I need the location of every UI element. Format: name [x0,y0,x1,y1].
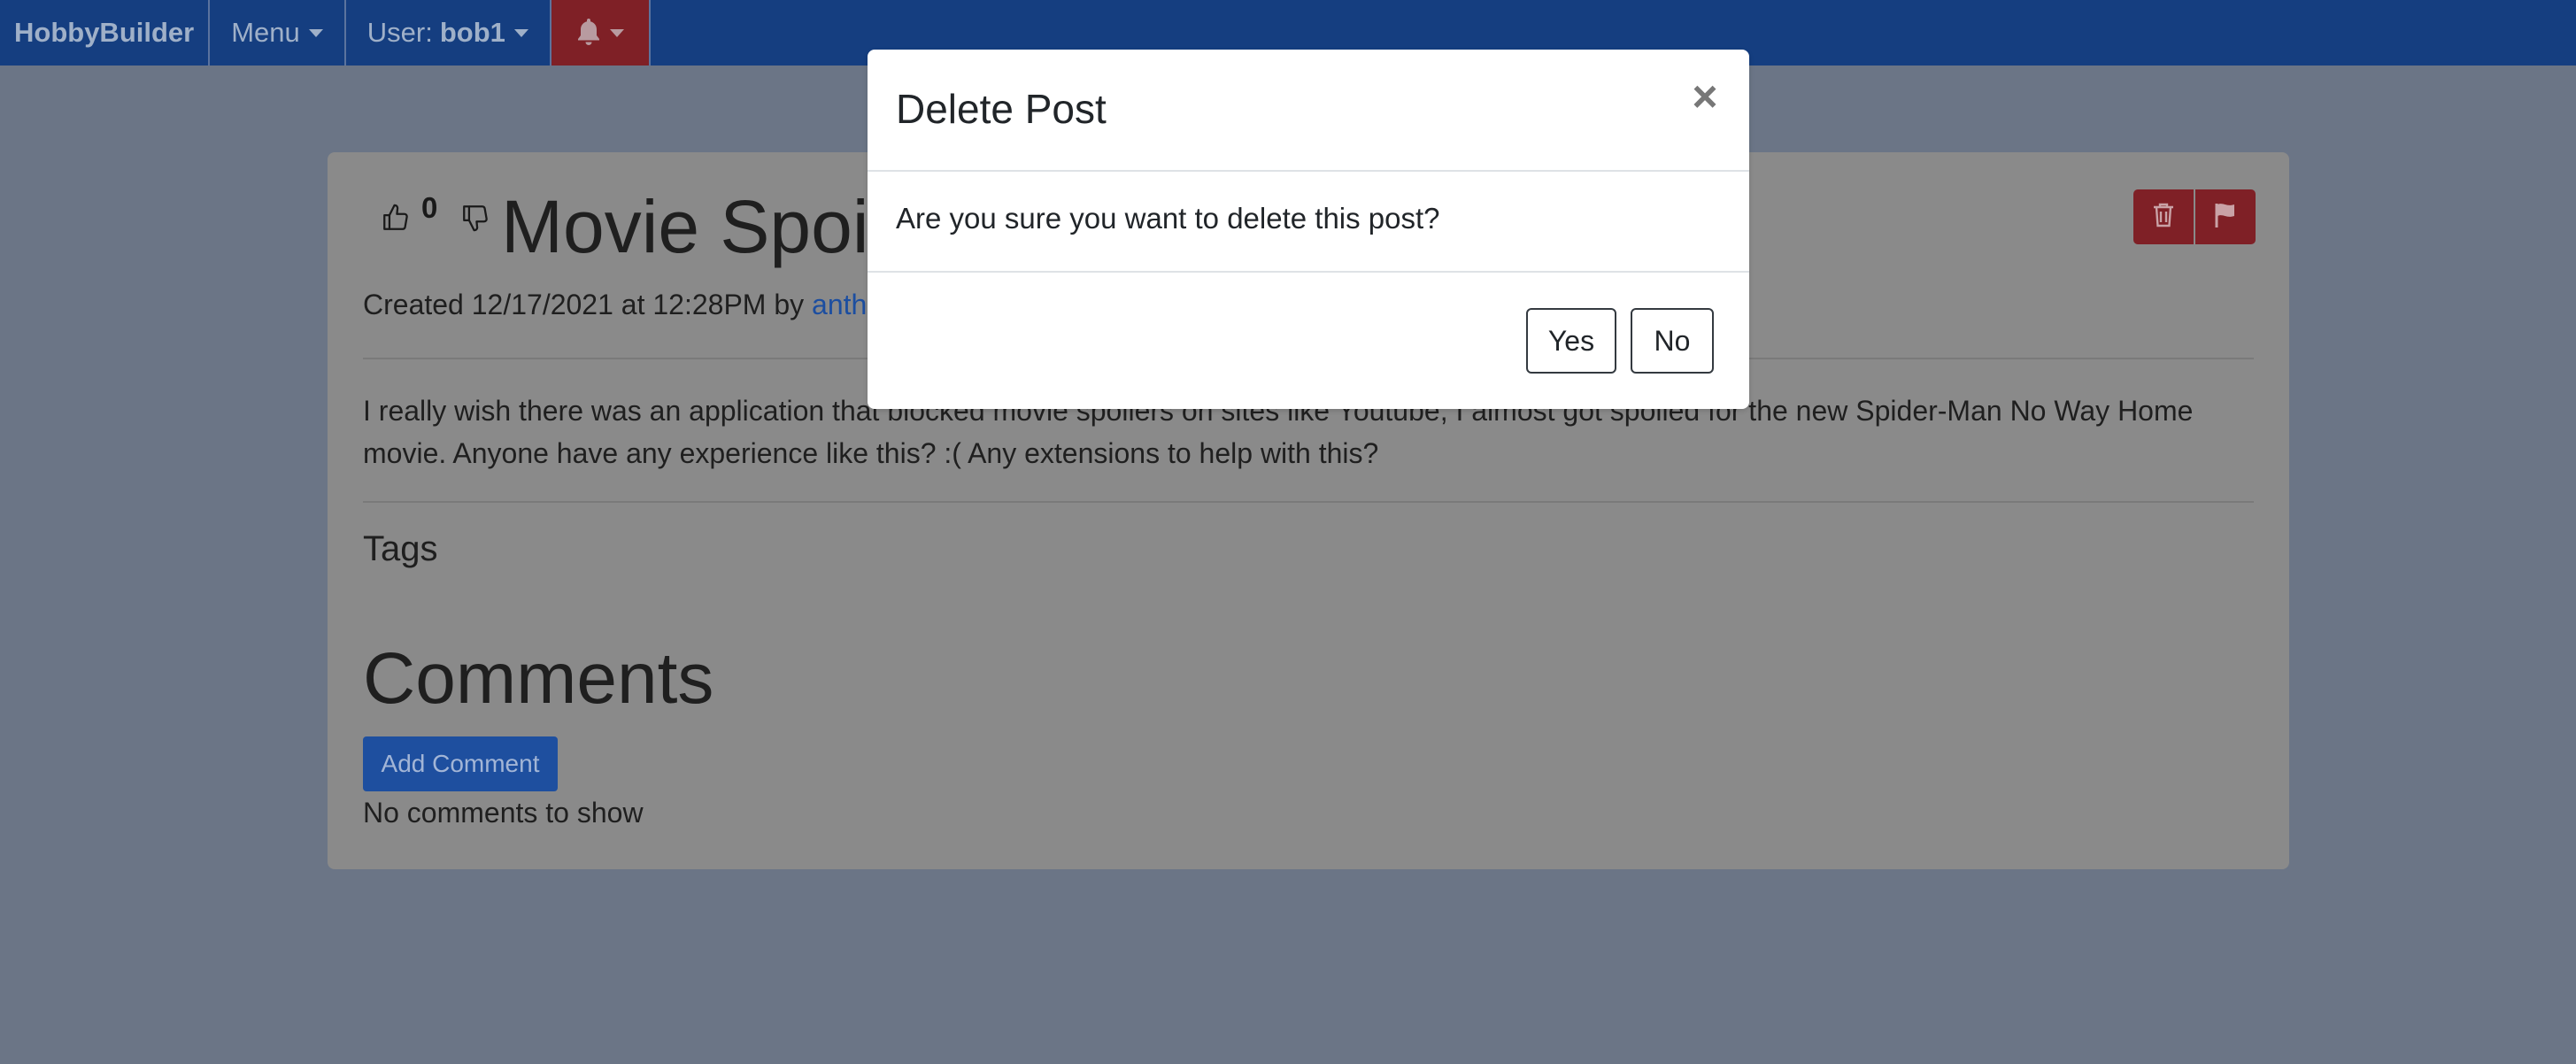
confirm-no-button[interactable]: No [1631,308,1714,374]
menu-dropdown[interactable]: Menu [210,0,346,66]
author-link[interactable]: anth [812,289,867,320]
flag-post-button[interactable] [2195,189,2256,244]
caret-down-icon [609,28,624,37]
user-dropdown[interactable]: User: bob1 [346,0,551,66]
delete-post-button[interactable] [2133,189,2194,244]
delete-post-modal: Delete Post × Are you sure you want to d… [868,50,1749,409]
post-meta: Created 12/17/2021 at 12:28PM by anth [363,289,867,321]
post-title: Movie Spoile [501,185,927,268]
thumbs-up-icon[interactable] [381,202,411,238]
modal-divider [868,170,1749,172]
comments-heading: Comments [363,638,714,719]
thumbs-down-icon[interactable] [460,202,490,238]
created-text: Created 12/17/2021 at 12:28PM by [363,289,805,320]
modal-divider [868,271,1749,273]
menu-label: Menu [231,17,300,48]
flag-icon [2214,202,2237,233]
modal-message: Are you sure you want to delete this pos… [896,202,1440,235]
close-icon[interactable]: × [1685,74,1724,119]
trash-icon [2152,202,2175,233]
add-comment-button[interactable]: Add Comment [363,736,558,791]
vote-count: 0 [421,191,438,224]
username: bob1 [439,17,505,48]
modal-title: Delete Post [896,86,1107,132]
no-comments-text: No comments to show [363,797,644,829]
divider [363,501,2254,503]
caret-down-icon [513,28,528,37]
notifications-dropdown[interactable] [551,0,651,66]
user-prefix: User: [366,17,433,48]
tags-heading: Tags [363,529,438,568]
caret-down-icon [308,28,323,37]
confirm-yes-button[interactable]: Yes [1526,308,1616,374]
bell-icon [576,17,601,50]
brand-logo[interactable]: HobbyBuilder [0,0,211,66]
